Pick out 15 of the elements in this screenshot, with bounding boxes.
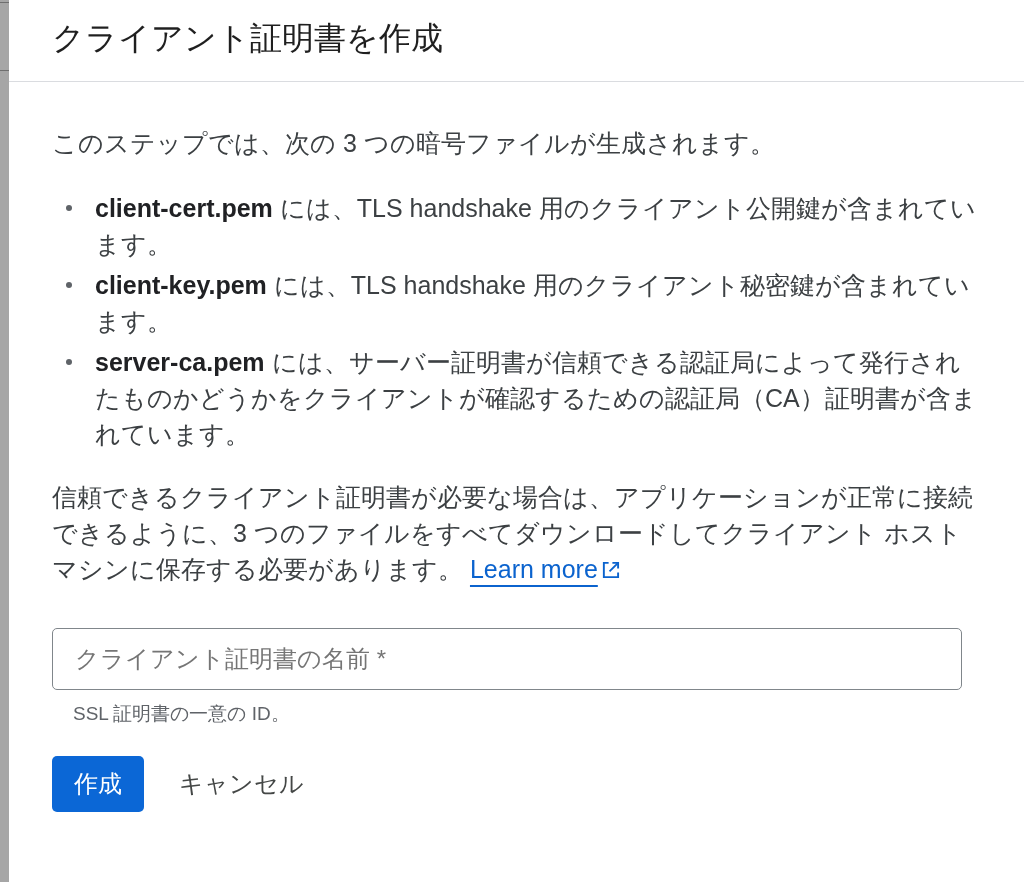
- intro-text: このステップでは、次の 3 つの暗号ファイルが生成されます。: [52, 128, 775, 159]
- learn-more-link[interactable]: Learn more: [469, 555, 620, 583]
- dialog-title: クライアント証明書を作成: [52, 19, 443, 58]
- cancel-button[interactable]: キャンセル: [163, 756, 320, 812]
- file-description: client-cert.pem には、TLS handshake 用のクライアント公開鍵が含まれています。: [95, 193, 977, 260]
- helper-text: SSL 証明書の一意の ID。: [72, 702, 290, 726]
- create-button[interactable]: 作成: [52, 756, 144, 812]
- file-description: server-ca.pem には、サーバー証明書が信頼できる認証局によって発行されたものかどうかをクライアントが確認するための認証局（CA）証明書が含まれています。: [95, 347, 978, 450]
- certificate-name-input[interactable]: クライアント証明書の名前 *: [52, 628, 962, 690]
- external-link-icon: [600, 561, 620, 580]
- bullet-icon: [66, 282, 72, 288]
- file-description: client-key.pem には、TLS handshake 用のクライアント秘密鍵が含まれています。: [95, 270, 971, 337]
- note-text: 信頼できるクライアント証明書が必要な場合は、アプリケーションが正常に接続できるように、3 つのファイルをすべてダウンロードしてクライアント ホストマシンに保存する必要があります。 Learn more: [52, 482, 974, 585]
- bullet-icon: [66, 205, 72, 211]
- bullet-icon: [66, 359, 72, 365]
